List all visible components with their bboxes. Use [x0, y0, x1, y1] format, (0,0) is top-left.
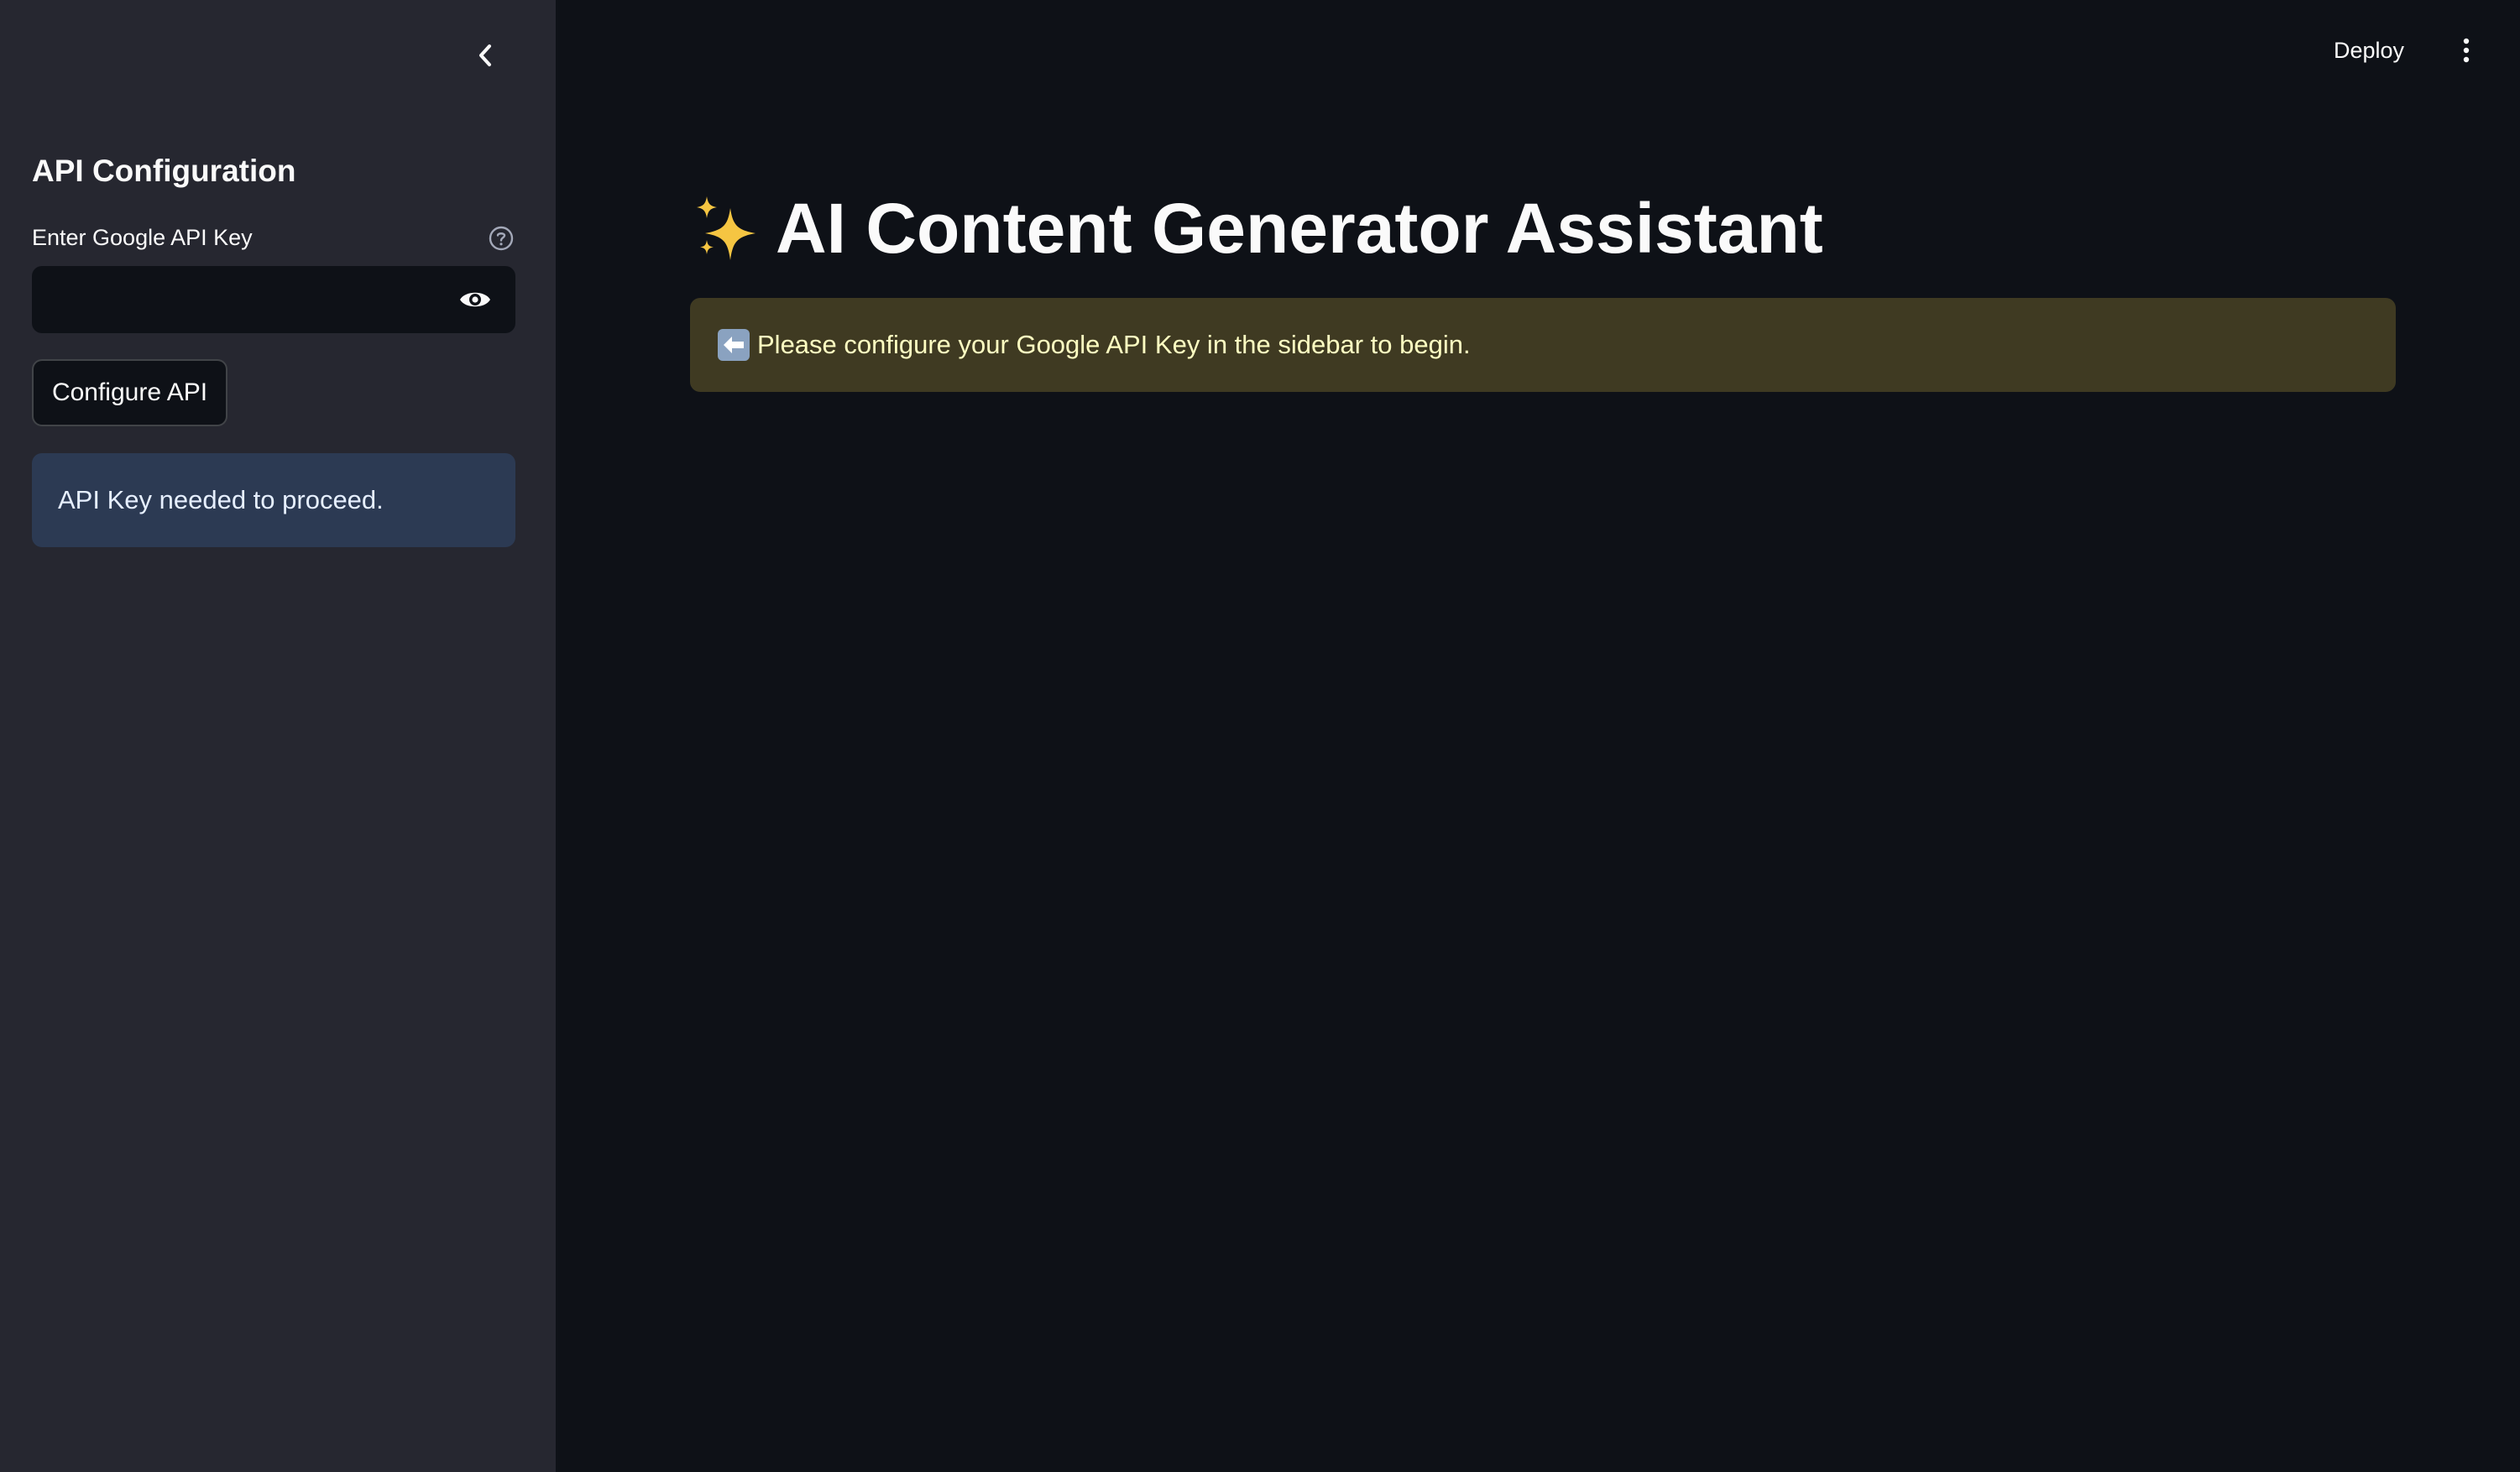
left-arrow-icon	[717, 328, 750, 362]
info-message-text: API Key needed to proceed.	[58, 485, 384, 514]
main-menu-button[interactable]	[2451, 32, 2481, 69]
sparkles-icon	[690, 193, 761, 264]
deploy-button[interactable]: Deploy	[2334, 32, 2404, 69]
eye-icon	[460, 292, 490, 307]
show-password-button[interactable]	[457, 281, 494, 318]
question-circle-icon	[489, 226, 514, 251]
collapse-sidebar-button[interactable]	[468, 39, 502, 72]
page-title: AI Content Generator Assistant	[690, 186, 1823, 270]
sidebar-title: API Configuration	[32, 154, 296, 188]
configure-api-button[interactable]: Configure API	[32, 359, 227, 426]
api-key-input[interactable]	[32, 266, 447, 333]
sidebar: API Configuration Enter Google API Key C…	[0, 0, 556, 1472]
api-key-field	[32, 266, 515, 333]
warning-message-text: Please configure your Google API Key in …	[757, 330, 1471, 359]
app: API Configuration Enter Google API Key C…	[0, 0, 2520, 1472]
warning-message: Please configure your Google API Key in …	[690, 298, 2396, 392]
api-key-label: Enter Google API Key	[32, 225, 253, 250]
page-title-text: AI Content Generator Assistant	[776, 188, 1823, 268]
chevron-left-icon	[479, 44, 491, 66]
info-message: API Key needed to proceed.	[32, 453, 515, 547]
vertical-dots-icon	[2463, 38, 2470, 63]
help-icon[interactable]	[487, 224, 515, 253]
